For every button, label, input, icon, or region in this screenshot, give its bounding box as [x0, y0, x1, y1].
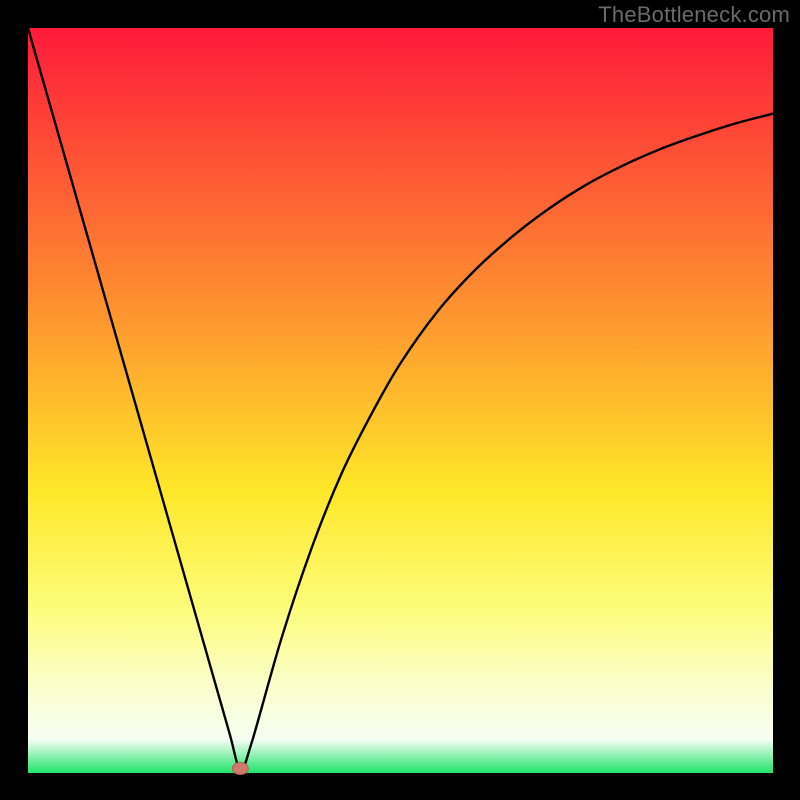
- bottleneck-chart: [0, 0, 800, 800]
- chart-container: { "watermark": "TheBottleneck.com", "col…: [0, 0, 800, 800]
- plot-background: [28, 28, 773, 773]
- minimum-marker: [232, 763, 248, 775]
